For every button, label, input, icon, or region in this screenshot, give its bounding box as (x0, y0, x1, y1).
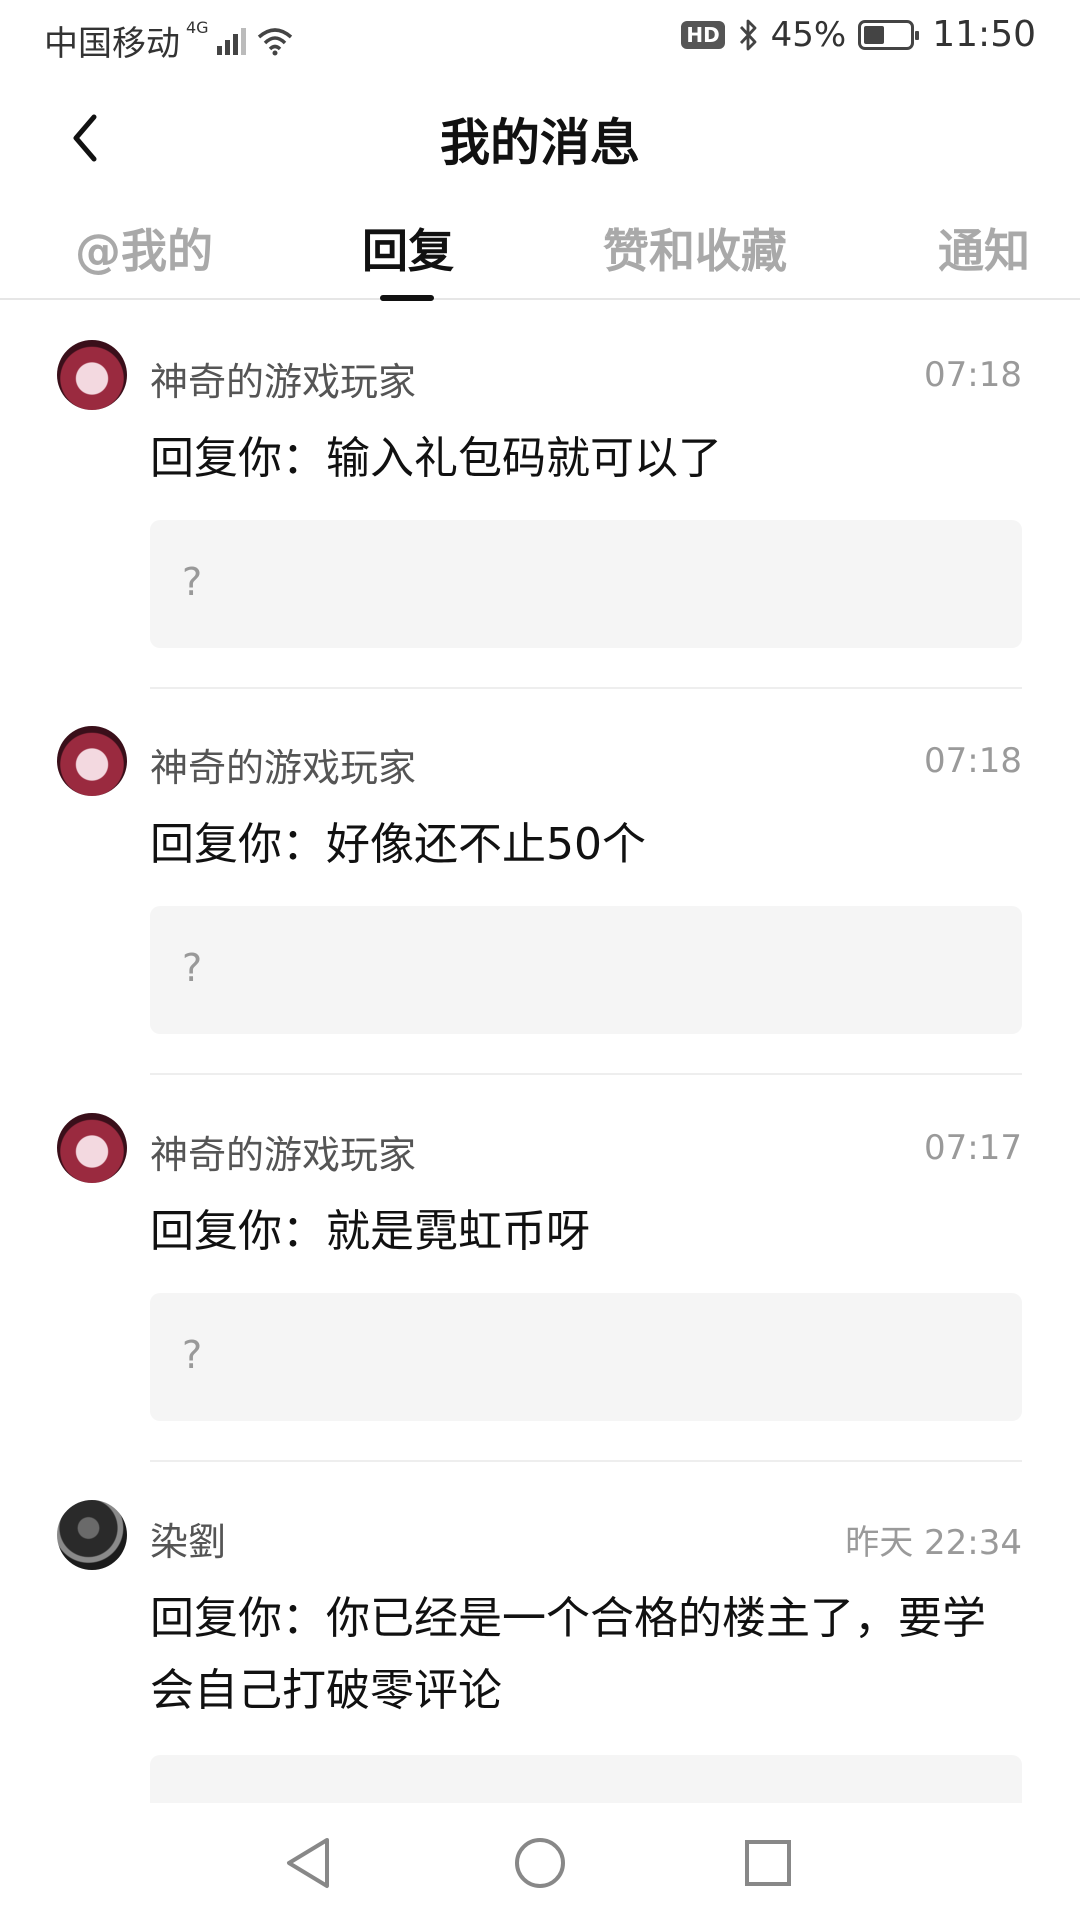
square-recent-icon (745, 1840, 791, 1886)
status-left: 中国移动 4G (44, 16, 295, 65)
nav-home-button[interactable] (505, 1828, 575, 1898)
circle-home-icon (515, 1838, 565, 1888)
divider (150, 1460, 1022, 1462)
message-time: 07:18 (924, 741, 1022, 781)
quoted-post[interactable] (150, 1755, 1022, 1803)
avatar[interactable] (57, 1500, 127, 1570)
status-right: HD 45% 11:50 (681, 14, 1036, 55)
avatar[interactable] (57, 340, 127, 410)
hd-badge: HD (681, 20, 725, 49)
reply-text[interactable]: 回复你：就是霓虹币呀 (150, 1196, 1010, 1268)
quoted-post[interactable]: ? (150, 906, 1022, 1034)
quoted-post[interactable]: ? (150, 1293, 1022, 1421)
username[interactable]: 神奇的游戏玩家 (150, 351, 416, 406)
username[interactable]: 神奇的游戏玩家 (150, 1124, 416, 1179)
username[interactable]: 神奇的游戏玩家 (150, 737, 416, 792)
tab-notifications[interactable]: 通知 (938, 215, 1030, 281)
quoted-text: ? (182, 1333, 203, 1377)
clock: 11:50 (932, 14, 1036, 55)
battery-icon (858, 19, 920, 50)
divider (150, 1073, 1022, 1075)
message-time: 07:17 (924, 1128, 1022, 1168)
network-label: 4G (186, 18, 209, 37)
nav-back-button[interactable] (273, 1828, 343, 1898)
message-time: 07:18 (924, 355, 1022, 395)
battery-fill (864, 25, 885, 44)
username[interactable]: 染劉 (150, 1511, 226, 1566)
signal-icon (216, 27, 246, 55)
carrier-label: 中国移动 (44, 24, 180, 64)
quoted-text: ? (182, 946, 203, 990)
reply-text[interactable]: 回复你：输入礼包码就可以了 (150, 423, 1010, 495)
reply-text[interactable]: 回复你：你已经是一个合格的楼主了，要学会自己打破零评论 (150, 1583, 1010, 1727)
battery-percent: 45% (770, 14, 847, 55)
message-time: 昨天 22:34 (845, 1523, 1022, 1563)
nav-recent-button[interactable] (733, 1828, 803, 1898)
tab-mentions[interactable]: @我的 (75, 215, 213, 281)
navigation-bar (0, 1803, 1080, 1920)
message-list[interactable]: 神奇的游戏玩家 07:18 回复你：输入礼包码就可以了 ? 神奇的游戏玩家 07… (0, 303, 1080, 1803)
status-bar: 中国移动 4G HD 45% 11:50 (0, 0, 1080, 75)
avatar[interactable] (57, 726, 127, 796)
triangle-back-icon (287, 1838, 329, 1888)
tab-active-indicator (380, 295, 434, 301)
header: 我的消息 (0, 85, 1080, 190)
tab-replies[interactable]: 回复 (362, 215, 454, 281)
reply-text[interactable]: 回复你：好像还不止50个 (150, 809, 1010, 881)
tab-likes-favorites[interactable]: 赞和收藏 (603, 215, 787, 281)
avatar[interactable] (57, 1113, 127, 1183)
bluetooth-icon (739, 19, 757, 50)
divider (150, 687, 1022, 689)
page-title: 我的消息 (440, 114, 640, 172)
wifi-icon (257, 27, 292, 55)
tab-bar: @我的 回复 赞和收藏 通知 (0, 205, 1080, 301)
quoted-text: ? (182, 560, 203, 604)
quoted-post[interactable]: ? (150, 520, 1022, 648)
